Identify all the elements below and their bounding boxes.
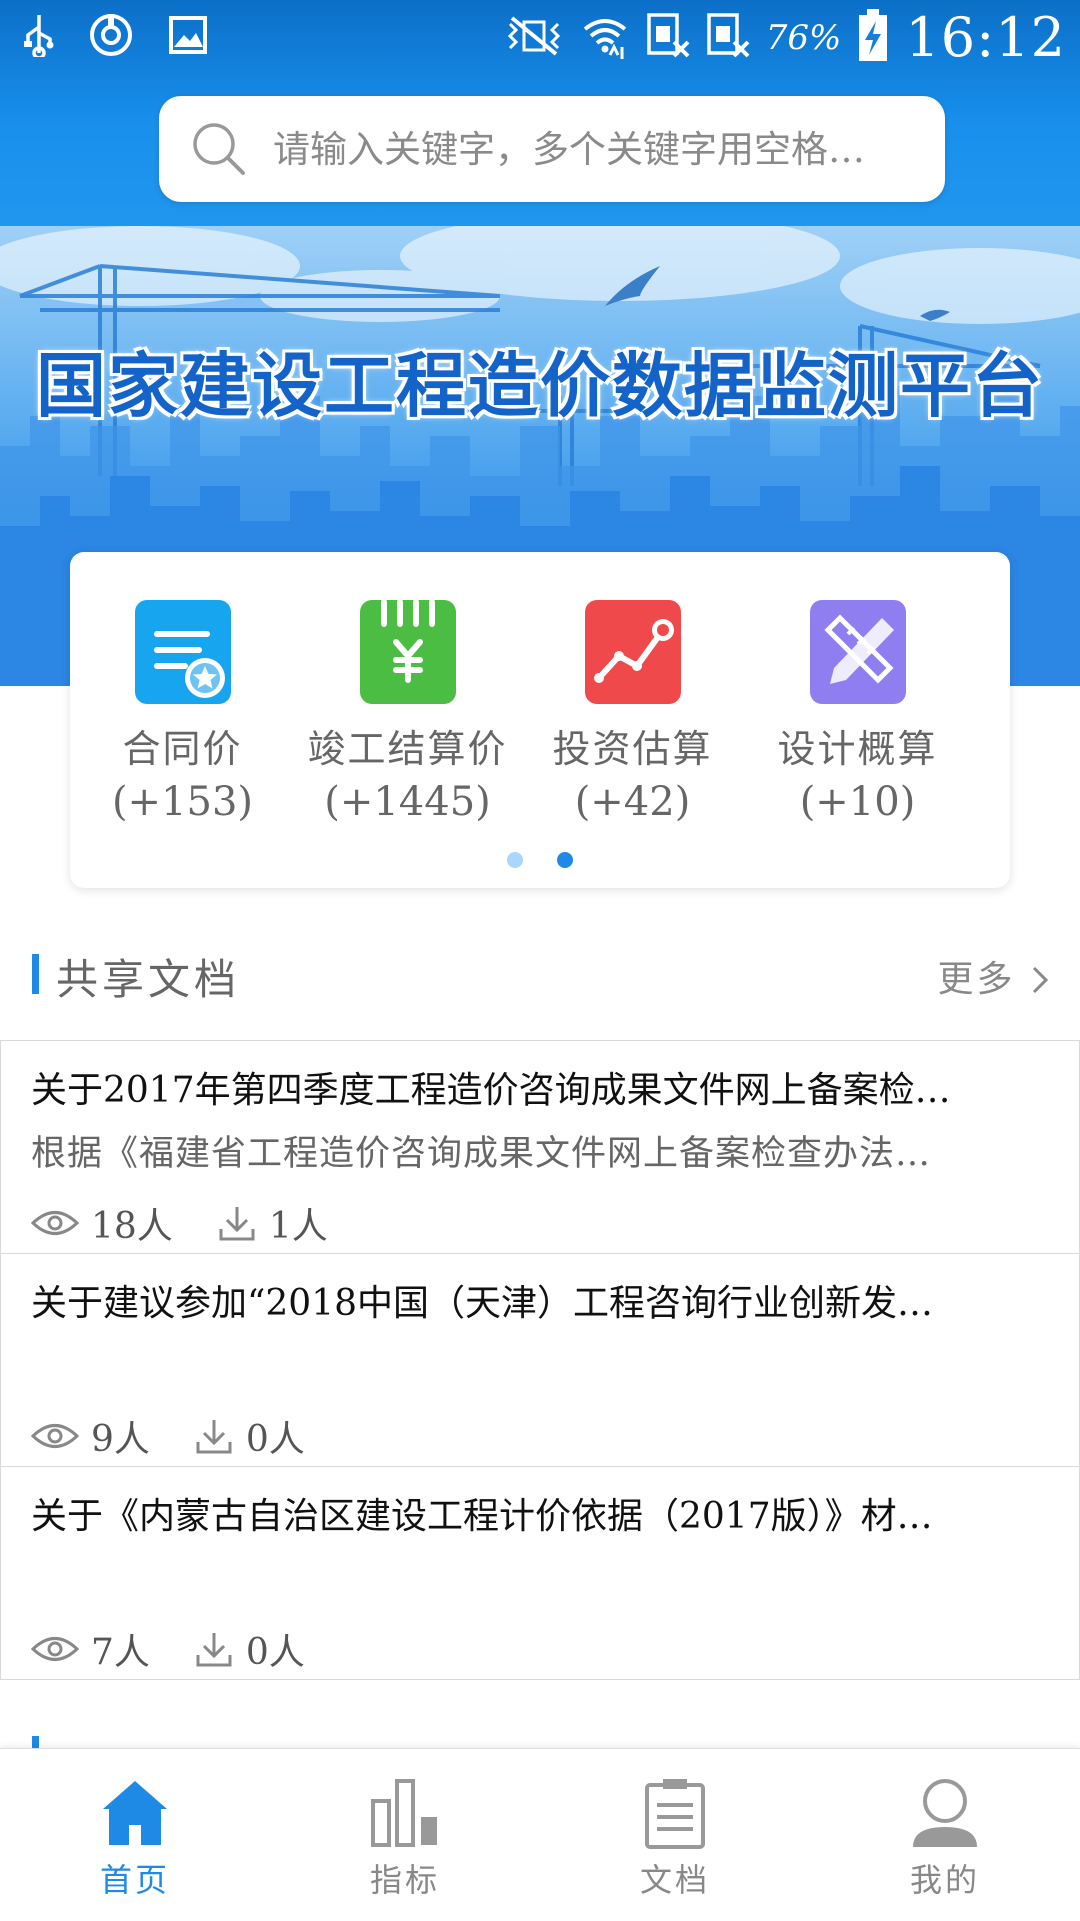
eye-icon bbox=[31, 1424, 79, 1448]
tab-documents[interactable]: 文档 bbox=[540, 1749, 810, 1921]
wifi-icon bbox=[580, 11, 630, 65]
eye-icon bbox=[31, 1637, 79, 1661]
download-count: 0人 bbox=[245, 1632, 305, 1673]
tab-indicators[interactable]: 指标 bbox=[270, 1749, 540, 1921]
search-bar[interactable] bbox=[159, 96, 945, 202]
eye-icon bbox=[31, 1211, 79, 1235]
image-icon bbox=[168, 15, 208, 59]
view-count: 18人 bbox=[91, 1206, 173, 1247]
tab-profile[interactable]: 我的 bbox=[810, 1749, 1080, 1921]
usb-icon bbox=[24, 13, 54, 61]
vibrate-mute-icon bbox=[504, 14, 564, 62]
download-icon bbox=[219, 1207, 255, 1241]
doc-title: 关于建议参加“2018中国（天津）工程咨询行业创新发… bbox=[31, 1283, 934, 1324]
category-label: 合同价 bbox=[122, 727, 243, 771]
bottom-nav: 首页 指标 文档 我的 bbox=[0, 1748, 1080, 1921]
more-link[interactable]: 更多 bbox=[938, 950, 1050, 1002]
user-icon bbox=[913, 1779, 977, 1847]
section-accent-bar bbox=[32, 954, 39, 994]
doc-stats: 18人 1人 bbox=[31, 1197, 372, 1249]
carousel-dot[interactable] bbox=[507, 852, 523, 868]
shared-docs-header: 共享文档 更多 bbox=[0, 940, 1080, 1016]
tab-label: 我的 bbox=[909, 1861, 980, 1899]
sync-icon bbox=[88, 12, 134, 62]
view-count: 7人 bbox=[91, 1632, 150, 1673]
download-icon bbox=[196, 1420, 232, 1454]
search-input[interactable] bbox=[271, 126, 921, 172]
category-count: (+153) bbox=[111, 779, 254, 825]
sim2-no-signal-icon bbox=[706, 12, 750, 64]
clock: 16:12 bbox=[905, 6, 1066, 69]
line-chart-icon bbox=[584, 600, 681, 704]
tab-label: 首页 bbox=[99, 1861, 170, 1899]
category-investment-estimate[interactable]: 投资估算 (+42) bbox=[520, 600, 745, 825]
tab-label: 文档 bbox=[639, 1861, 710, 1899]
tab-label: 指标 bbox=[369, 1861, 440, 1899]
tab-home[interactable]: 首页 bbox=[0, 1749, 270, 1921]
download-count: 0人 bbox=[245, 1419, 305, 1460]
top-header: 76% 16:12 bbox=[0, 0, 1080, 226]
pencil-ruler-icon bbox=[809, 600, 906, 704]
doc-summary: 根据《福建省工程造价咨询成果文件网上备案检查办法… bbox=[31, 1134, 932, 1174]
doc-stats: 7人 0人 bbox=[31, 1623, 349, 1675]
category-contract-price[interactable]: 合同价 (+153) bbox=[70, 600, 295, 825]
status-bar: 76% 16:12 bbox=[0, 0, 1080, 78]
category-completion-settlement[interactable]: 竣工结算价 (+1445) bbox=[295, 600, 520, 825]
category-label: 竣工结算价 bbox=[307, 727, 508, 771]
doc-list-item[interactable]: 关于2017年第四季度工程造价咨询成果文件网上备案检… 根据《福建省工程造价咨询… bbox=[0, 1040, 1080, 1254]
search-icon bbox=[193, 123, 245, 175]
category-count: (+1445) bbox=[324, 779, 491, 825]
contract-icon bbox=[134, 600, 231, 704]
carousel-dot-active[interactable] bbox=[557, 852, 573, 868]
view-count: 9人 bbox=[91, 1419, 150, 1460]
document-icon bbox=[645, 1779, 705, 1849]
carousel-indicator bbox=[70, 852, 1010, 868]
next-section-accent-bar bbox=[32, 1736, 39, 1748]
download-count: 1人 bbox=[268, 1206, 328, 1247]
doc-list-item[interactable]: 关于《内蒙古自治区建设工程计价依据（2017版）》材… 7人 0人 bbox=[0, 1466, 1080, 1680]
category-card: 合同价 (+153) 竣工结算价 (+1445) 投资估算 (+42) 设计概算… bbox=[70, 552, 1010, 888]
doc-list-item[interactable]: 关于建议参加“2018中国（天津）工程咨询行业创新发… 9人 0人 bbox=[0, 1253, 1080, 1467]
doc-stats: 9人 0人 bbox=[31, 1410, 349, 1462]
more-label: 更多 bbox=[937, 959, 1016, 1000]
chevron-right-icon bbox=[1032, 966, 1049, 994]
category-label: 设计概算 bbox=[777, 727, 938, 771]
section-title: 共享文档 bbox=[56, 955, 241, 1004]
sim1-no-signal-icon bbox=[646, 12, 690, 64]
download-icon bbox=[196, 1633, 232, 1667]
category-count: (+42) bbox=[574, 779, 691, 825]
doc-title: 关于《内蒙古自治区建设工程计价依据（2017版）》材… bbox=[31, 1496, 933, 1537]
home-icon bbox=[103, 1781, 167, 1845]
category-count: (+10) bbox=[799, 779, 916, 825]
category-design-estimate[interactable]: 设计概算 (+10) bbox=[745, 600, 970, 825]
battery-charging-icon bbox=[857, 8, 889, 67]
category-label: 投资估算 bbox=[552, 727, 713, 771]
banner-title: 国家建设工程造价数据监测平台 bbox=[36, 345, 1044, 427]
doc-title: 关于2017年第四季度工程造价咨询成果文件网上备案检… bbox=[31, 1070, 951, 1111]
bar-chart-icon bbox=[371, 1779, 437, 1847]
battery-percent: 76% bbox=[765, 17, 842, 58]
yen-notebook-icon bbox=[359, 600, 456, 704]
